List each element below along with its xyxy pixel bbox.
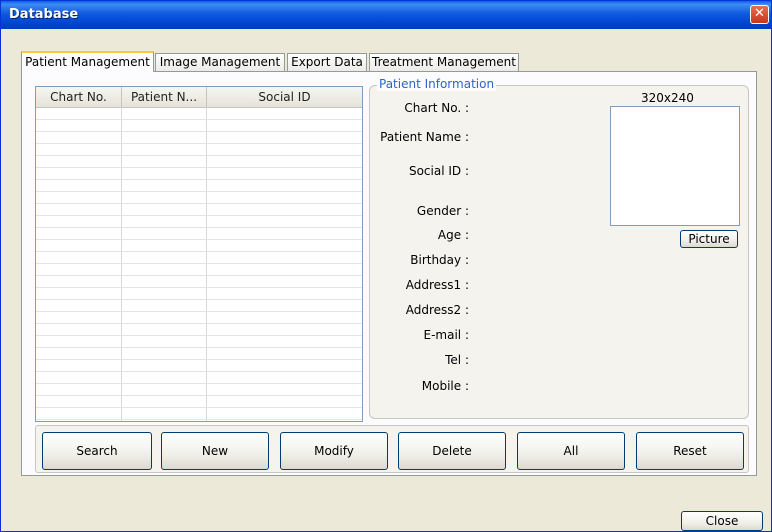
grid-row-line [36, 323, 362, 324]
label-social-id: Social ID : [408, 164, 469, 178]
picture-button[interactable]: Picture [680, 230, 738, 248]
grid-row-line [36, 131, 362, 132]
grid-row-line [36, 155, 362, 156]
grid-row-line [36, 419, 362, 420]
label-tel: Tel : [445, 353, 469, 367]
search-button[interactable]: Search [42, 432, 152, 470]
grid-row-line [36, 239, 362, 240]
label-mobile: Mobile : [421, 379, 469, 393]
tab-image-management[interactable]: Image Management [155, 53, 285, 71]
grid-row-line [36, 383, 362, 384]
grid-row-line [36, 203, 362, 204]
label-address2: Address2 : [405, 303, 469, 317]
grid-row-line [36, 347, 362, 348]
modify-button[interactable]: Modify [280, 432, 388, 470]
all-button[interactable]: All [517, 432, 625, 470]
grid-row-line [36, 335, 362, 336]
patient-info-group-title: Patient Information [377, 77, 497, 91]
title-bar[interactable]: Database ✕ [1, 1, 771, 29]
reset-button[interactable]: Reset [636, 432, 744, 470]
label-patient-name: Patient Name : [380, 130, 469, 144]
label-address1: Address1 : [405, 278, 469, 292]
close-button[interactable]: Close [681, 511, 763, 531]
grid-row-line [36, 119, 362, 120]
grid-header: Chart No. Patient N... Social ID [36, 87, 362, 108]
grid-row-line [36, 275, 362, 276]
grid-row-line [36, 359, 362, 360]
patient-list-grid[interactable]: Chart No. Patient N... Social ID [35, 86, 363, 422]
grid-row-line [36, 395, 362, 396]
tab-patient-management[interactable]: Patient Management [21, 51, 154, 72]
grid-row-line [36, 407, 362, 408]
grid-row-line [36, 227, 362, 228]
database-window: Database ✕ Patient Management Image Mana… [0, 0, 772, 532]
new-button[interactable]: New [161, 432, 269, 470]
grid-row-line [36, 371, 362, 372]
grid-row-line [36, 215, 362, 216]
grid-row-line [36, 143, 362, 144]
grid-row-line [36, 167, 362, 168]
grid-row-line [36, 251, 362, 252]
patient-photo-frame [610, 106, 740, 226]
label-age: Age : [437, 228, 469, 242]
label-chart-no: Chart No. : [404, 101, 469, 115]
column-header-patient-name[interactable]: Patient N... [122, 87, 207, 107]
photo-size-label: 320x240 [641, 91, 694, 105]
tab-export-data[interactable]: Export Data [287, 53, 367, 71]
close-window-icon[interactable]: ✕ [750, 5, 769, 24]
grid-row-line [36, 263, 362, 264]
delete-button[interactable]: Delete [398, 432, 506, 470]
label-email: E-mail : [423, 328, 469, 342]
grid-row-line [36, 299, 362, 300]
window-title: Database [9, 7, 79, 22]
label-gender: Gender : [416, 204, 469, 218]
grid-row-line [36, 179, 362, 180]
tab-treatment-management[interactable]: Treatment Management [369, 53, 519, 71]
grid-row-line [36, 191, 362, 192]
label-birthday: Birthday : [410, 253, 469, 267]
grid-row-line [36, 287, 362, 288]
column-header-chart-no[interactable]: Chart No. [36, 87, 122, 107]
column-header-social-id[interactable]: Social ID [207, 87, 362, 107]
grid-row-line [36, 311, 362, 312]
